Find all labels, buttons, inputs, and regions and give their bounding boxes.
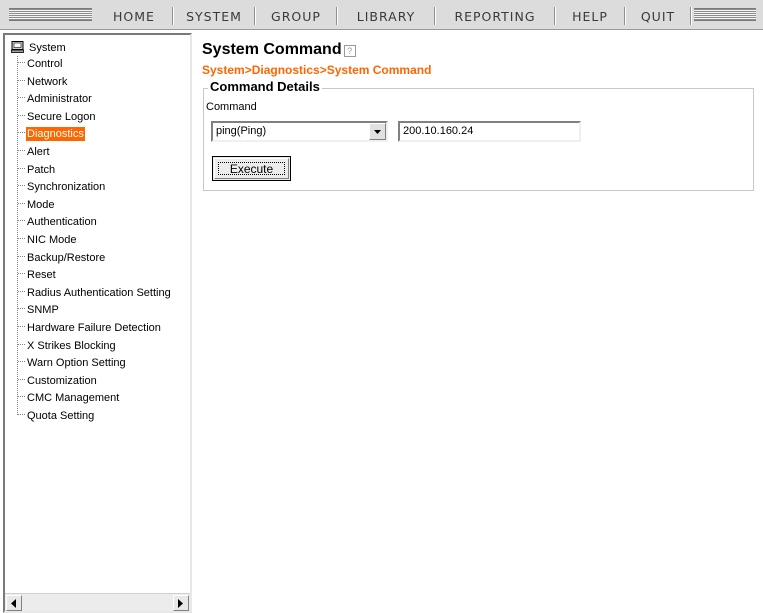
tree-branch-connector bbox=[18, 167, 25, 169]
tree-item-alert[interactable]: Alert bbox=[18, 145, 51, 160]
tree-branch-connector bbox=[18, 220, 25, 222]
tree-branch-connector bbox=[18, 62, 25, 63]
page-title-text: System Command bbox=[202, 41, 342, 58]
tree-item-diagnostics[interactable]: Diagnostics bbox=[18, 127, 85, 142]
tree-item-label: Radius Authentication Setting bbox=[27, 286, 171, 299]
menu-separator bbox=[690, 7, 692, 25]
menubar-decoration-right bbox=[694, 8, 756, 21]
tree-item-label: X Strikes Blocking bbox=[27, 339, 116, 352]
tree-branch-connector bbox=[18, 238, 25, 239]
menu-system[interactable]: SYSTEM bbox=[174, 0, 254, 30]
tree-root-system[interactable]: System bbox=[11, 41, 66, 55]
tree-item-radius-authentication-setting[interactable]: Radius Authentication Setting bbox=[18, 286, 172, 301]
tree-item-snmp[interactable]: SNMP bbox=[18, 303, 60, 318]
scroll-left-button[interactable] bbox=[6, 595, 22, 611]
tree-item-hardware-failure-detection[interactable]: Hardware Failure Detection bbox=[18, 321, 162, 336]
help-icon[interactable]: ? bbox=[343, 45, 356, 57]
tree-branch-connector bbox=[18, 273, 25, 275]
page-title: System Command? bbox=[202, 40, 356, 60]
tree-item-label: Backup/Restore bbox=[27, 251, 106, 264]
tree-item-label: Control bbox=[27, 58, 63, 70]
tree-item-label: SNMP bbox=[27, 304, 59, 317]
tree-item-network[interactable]: Network bbox=[18, 75, 68, 90]
command-select-value: ping(Ping) bbox=[216, 125, 267, 137]
tree-branch-connector bbox=[18, 290, 25, 292]
tree-branch-connector bbox=[18, 378, 25, 380]
menu-quit[interactable]: QUIT bbox=[626, 0, 690, 30]
tree-item-label: Network bbox=[27, 75, 68, 88]
tree-branch-connector bbox=[18, 414, 25, 415]
tree-branch-connector bbox=[18, 255, 25, 257]
tree-item-label: Administrator bbox=[27, 93, 92, 106]
tree-horizontal-scrollbar[interactable] bbox=[5, 593, 190, 611]
menu-library[interactable]: LIBRARY bbox=[338, 0, 434, 30]
target-host-input[interactable]: 200.10.160.24 bbox=[398, 121, 581, 142]
tree-branch-connector bbox=[18, 97, 25, 99]
tree-item-reset[interactable]: Reset bbox=[18, 268, 57, 283]
command-details-legend: Command Details bbox=[208, 79, 322, 95]
menu-reporting[interactable]: REPORTING bbox=[436, 0, 554, 30]
tree-item-label: Synchronization bbox=[27, 181, 106, 194]
tree-item-control[interactable]: Control bbox=[18, 57, 63, 72]
menu-home[interactable]: HOME bbox=[96, 0, 172, 30]
arrow-right-icon bbox=[178, 599, 183, 608]
chevron-down-icon bbox=[374, 130, 381, 134]
tree-item-label: Patch bbox=[27, 163, 56, 176]
tree-branch-connector bbox=[18, 185, 25, 187]
scroll-right-button[interactable] bbox=[173, 595, 189, 611]
tree-branch-connector bbox=[18, 343, 25, 345]
execute-button-bevel: Execute bbox=[214, 158, 289, 179]
tree-item-secure-logon[interactable]: Secure Logon bbox=[18, 110, 97, 125]
tree-item-customization[interactable]: Customization bbox=[18, 374, 98, 389]
tree-item-patch[interactable]: Patch bbox=[18, 163, 56, 178]
tree-item-label: NIC Mode bbox=[27, 234, 77, 246]
tree-item-synchronization[interactable]: Synchronization bbox=[18, 180, 106, 195]
execute-button-label: Execute bbox=[218, 162, 285, 176]
dropdown-arrow-button[interactable] bbox=[369, 123, 386, 140]
tree-item-label: Mode bbox=[27, 198, 55, 211]
tree-item-label: CMC Management bbox=[27, 392, 120, 405]
command-label: Command bbox=[206, 101, 257, 113]
navigation-tree: System Control Network Administrator Secure… bbox=[5, 35, 190, 593]
tree-item-label: Authentication bbox=[27, 216, 97, 229]
tree-item-administrator[interactable]: Administrator bbox=[18, 92, 93, 107]
menu-group[interactable]: GROUP bbox=[256, 0, 336, 30]
tree-item-warn-option-setting[interactable]: Warn Option Setting bbox=[18, 356, 127, 371]
tree-item-label: Warn Option Setting bbox=[27, 357, 126, 370]
tree-item-label: Customization bbox=[27, 374, 97, 387]
tree-item-backup-restore[interactable]: Backup/Restore bbox=[18, 251, 106, 266]
breadcrumb: System>Diagnostics>System Command bbox=[202, 63, 432, 77]
tree-branch-connector bbox=[18, 114, 25, 116]
menu-help[interactable]: HELP bbox=[556, 0, 624, 30]
command-select[interactable]: ping(Ping) bbox=[211, 121, 388, 142]
tree-branch-connector bbox=[18, 132, 25, 134]
execute-button[interactable]: Execute bbox=[212, 156, 291, 181]
tree-item-nic-mode[interactable]: NIC Mode bbox=[18, 233, 78, 248]
tree-branch-connector bbox=[18, 308, 25, 310]
tree-item-label: Quota Setting bbox=[27, 410, 95, 422]
tree-root-label: System bbox=[29, 42, 66, 54]
tree-item-label: Hardware Failure Detection bbox=[27, 322, 161, 334]
tree-branch-connector bbox=[18, 396, 25, 398]
tree-item-quota-setting[interactable]: Quota Setting bbox=[18, 409, 95, 424]
tree-item-mode[interactable]: Mode bbox=[18, 198, 56, 213]
navigation-tree-panel: System Control Network Administrator Secure… bbox=[3, 33, 192, 613]
tree-branch-connector bbox=[18, 202, 25, 204]
tree-branch-connector bbox=[18, 79, 25, 81]
tree-item-label: Alert bbox=[27, 146, 50, 158]
tree-branch-connector bbox=[18, 150, 25, 151]
tree-item-authentication[interactable]: Authentication bbox=[18, 215, 98, 230]
tree-branch-connector bbox=[18, 326, 25, 327]
tree-item-label: Reset bbox=[27, 269, 56, 282]
menubar-decoration-left bbox=[9, 8, 92, 21]
top-menu-bar: HOME SYSTEM GROUP LIBRARY REPORTING HELP… bbox=[0, 0, 763, 30]
tree-item-label: Secure Logon bbox=[27, 110, 96, 123]
tree-item-cmc-management[interactable]: CMC Management bbox=[18, 391, 120, 406]
tree-item-x-strikes-blocking[interactable]: X Strikes Blocking bbox=[18, 339, 117, 354]
arrow-left-icon bbox=[11, 599, 16, 608]
tree-item-label: Diagnostics bbox=[26, 127, 85, 142]
tree-branch-connector bbox=[18, 361, 25, 363]
computer-icon bbox=[11, 41, 24, 53]
